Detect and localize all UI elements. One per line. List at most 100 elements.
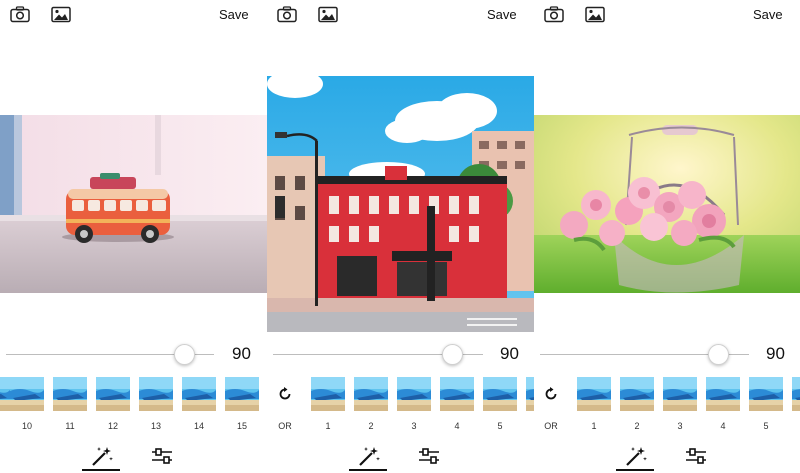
bottom-toolbar: [0, 445, 267, 473]
filter-thumb-image: [577, 377, 611, 411]
save-button[interactable]: Save: [753, 7, 783, 22]
image-gallery-icon[interactable]: [585, 6, 605, 23]
slider-value: 90: [766, 344, 785, 363]
filter-strip: [267, 377, 534, 412]
reset-label: OR: [278, 421, 292, 431]
filter-thumb[interactable]: [10, 377, 44, 411]
filter-label: 15: [236, 421, 247, 431]
filter-thumb-image: [311, 377, 345, 411]
filter-label: 2: [368, 421, 374, 431]
filter-thumb[interactable]: [483, 377, 517, 411]
bottom-toolbar: [267, 445, 534, 473]
slider-value: 90: [232, 344, 251, 363]
magic-wand-icon[interactable]: [357, 445, 381, 467]
filter-strip: [0, 377, 267, 412]
filter-label: 12: [107, 421, 118, 431]
filter-thumb-image: [397, 377, 431, 411]
active-tool-indicator: [616, 469, 654, 471]
filter-label: 5: [497, 421, 503, 431]
save-button[interactable]: Save: [219, 7, 249, 22]
red-building-photo: [267, 76, 534, 332]
filter-thumb-image: [225, 377, 259, 411]
intensity-slider[interactable]: [540, 344, 749, 366]
filter-thumb-partial[interactable]: [526, 377, 534, 411]
filter-thumb[interactable]: [96, 377, 130, 411]
filter-label: 5: [763, 421, 769, 431]
filter-thumb[interactable]: [620, 377, 654, 411]
active-tool-indicator: [82, 469, 120, 471]
filter-thumb[interactable]: [577, 377, 611, 411]
editor-panel-1: Save 90 10 11 12 13 14 15: [0, 0, 267, 473]
filter-thumb-image: [440, 377, 474, 411]
camera-icon[interactable]: [277, 6, 297, 23]
sliders-adjust-icon[interactable]: [150, 445, 174, 467]
editor-panel-3: Save 90 OR 1 2 3 4 5: [534, 0, 800, 473]
filter-label: 1: [591, 421, 597, 431]
filter-thumb-image: [749, 377, 783, 411]
filter-thumb[interactable]: [53, 377, 87, 411]
magic-wand-icon[interactable]: [624, 445, 648, 467]
filter-label: 13: [150, 421, 161, 431]
intensity-slider[interactable]: [273, 344, 483, 366]
filter-thumb-image: [53, 377, 87, 411]
filter-thumb-image: [526, 377, 534, 411]
filter-strip: [534, 377, 800, 412]
image-gallery-icon[interactable]: [318, 6, 338, 23]
filter-thumb[interactable]: [139, 377, 173, 411]
toy-bus-photo: [0, 115, 267, 293]
top-bar: Save: [0, 0, 267, 32]
filter-thumb[interactable]: [225, 377, 259, 411]
photo-preview: [0, 115, 267, 293]
filter-thumb[interactable]: [182, 377, 216, 411]
filter-thumb-image: [663, 377, 697, 411]
filter-thumb-image: [354, 377, 388, 411]
sliders-adjust-icon[interactable]: [684, 445, 708, 467]
filter-thumb[interactable]: [663, 377, 697, 411]
editor-panel-2: Save 90 OR 1 2 3 4 5: [267, 0, 534, 473]
filter-label: 1: [325, 421, 331, 431]
filter-label: 11: [65, 421, 75, 431]
top-bar: Save: [267, 0, 534, 32]
filter-thumb[interactable]: [706, 377, 740, 411]
magic-wand-icon[interactable]: [90, 445, 114, 467]
filter-thumb[interactable]: [440, 377, 474, 411]
reset-label: OR: [544, 421, 558, 431]
filter-thumb-partial[interactable]: [0, 377, 10, 411]
slider-knob[interactable]: [442, 344, 463, 365]
image-gallery-icon[interactable]: [51, 6, 71, 23]
intensity-slider[interactable]: [6, 344, 214, 366]
filter-thumb[interactable]: [397, 377, 431, 411]
filter-thumb-image: [706, 377, 740, 411]
filter-labels: 10 11 12 13 14 15: [0, 421, 267, 435]
filter-label: 4: [720, 421, 726, 431]
filter-thumb-image: [792, 377, 800, 411]
rose-basket-photo: [534, 115, 800, 293]
filter-thumb[interactable]: [354, 377, 388, 411]
slider-knob[interactable]: [708, 344, 729, 365]
filter-thumb-image: [620, 377, 654, 411]
save-button[interactable]: Save: [487, 7, 517, 22]
sliders-adjust-icon[interactable]: [417, 445, 441, 467]
top-bar: Save: [534, 0, 800, 32]
filter-label: 4: [454, 421, 460, 431]
filter-label: 3: [411, 421, 417, 431]
filter-thumb[interactable]: [311, 377, 345, 411]
photo-preview: [267, 76, 534, 332]
camera-icon[interactable]: [544, 6, 564, 23]
slider-value: 90: [500, 344, 519, 363]
filter-thumb[interactable]: [749, 377, 783, 411]
filter-labels: OR 1 2 3 4 5: [534, 421, 800, 435]
filter-label: 14: [193, 421, 204, 431]
active-tool-indicator: [349, 469, 387, 471]
filter-thumb-partial[interactable]: [792, 377, 800, 411]
slider-knob[interactable]: [174, 344, 195, 365]
filter-thumb-image: [0, 377, 10, 411]
filter-label: 3: [677, 421, 683, 431]
filter-labels: OR 1 2 3 4 5: [267, 421, 534, 435]
photo-preview: [534, 115, 800, 293]
filter-thumb-image: [182, 377, 216, 411]
filter-thumb-image: [483, 377, 517, 411]
camera-icon[interactable]: [10, 6, 30, 23]
filter-thumb-image: [96, 377, 130, 411]
filter-thumb-image: [10, 377, 44, 411]
